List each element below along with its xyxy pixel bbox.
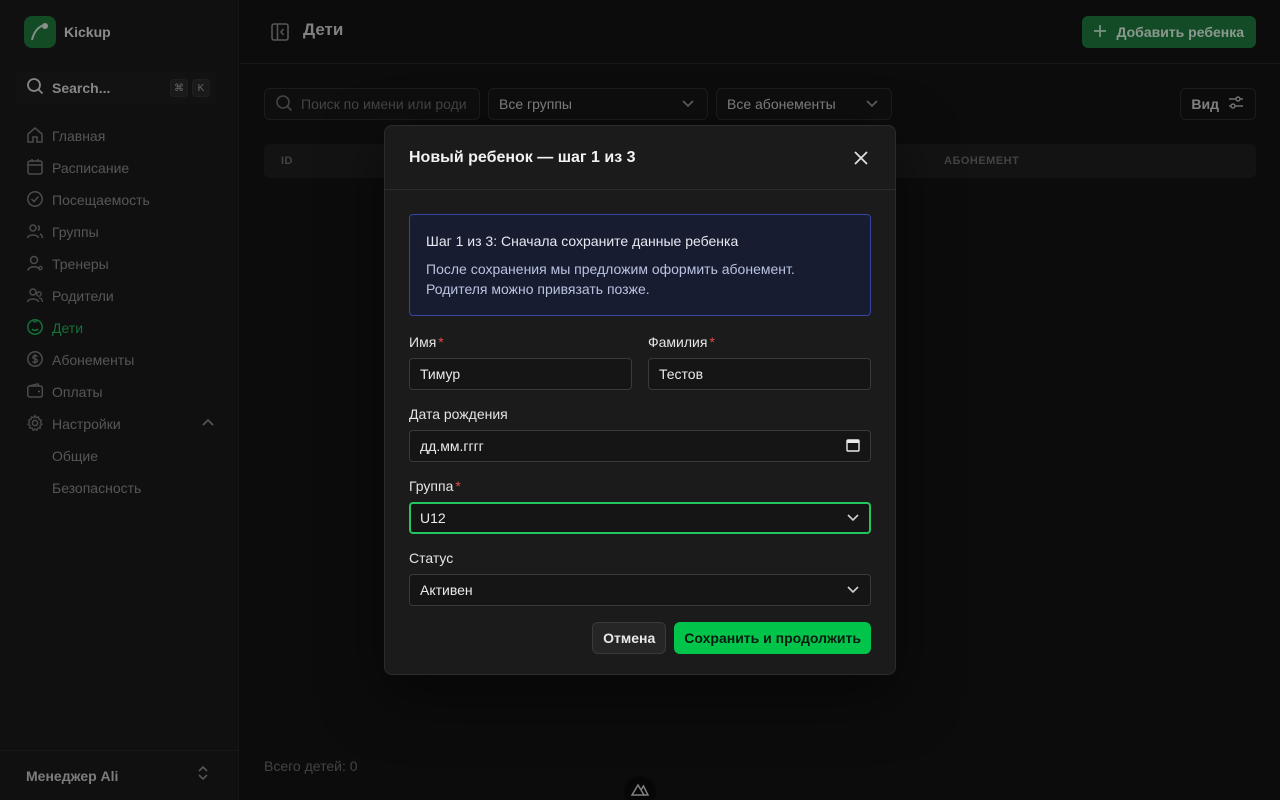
birthdate-input[interactable]: дд.мм.гггг bbox=[409, 430, 871, 462]
required-mark: * bbox=[455, 478, 461, 494]
step-info-box: Шаг 1 из 3: Сначала сохраните данные реб… bbox=[409, 214, 871, 316]
group-field: Группа * U12 bbox=[409, 478, 871, 534]
info-text-1: После сохранения мы предложим оформить а… bbox=[426, 261, 795, 277]
save-continue-button[interactable]: Сохранить и продолжить bbox=[674, 622, 871, 654]
first-name-field: Имя * Тимур bbox=[409, 334, 632, 390]
status-select[interactable]: Активен bbox=[409, 574, 871, 606]
birthdate-placeholder: дд.мм.гггг bbox=[420, 438, 484, 454]
dialog-body: Шаг 1 из 3: Сначала сохраните данные реб… bbox=[385, 190, 895, 678]
status-value: Активен bbox=[420, 582, 473, 598]
dialog-title: Новый ребенок — шаг 1 из 3 bbox=[409, 148, 636, 166]
birthdate-field: Дата рождения дд.мм.гггг bbox=[409, 406, 871, 462]
status-label: Статус bbox=[409, 550, 454, 566]
first-name-label: Имя bbox=[409, 334, 437, 350]
chevron-down-icon bbox=[846, 582, 860, 599]
calendar-icon[interactable] bbox=[846, 438, 860, 455]
first-name-input[interactable]: Тимур bbox=[409, 358, 632, 390]
last-name-field: Фамилия * Тестов bbox=[648, 334, 871, 390]
status-field: Статус Активен bbox=[409, 550, 871, 606]
group-select[interactable]: U12 bbox=[409, 502, 871, 534]
last-name-value: Тестов bbox=[659, 366, 704, 382]
group-label: Группа bbox=[409, 478, 454, 494]
close-icon[interactable] bbox=[851, 148, 871, 168]
last-name-label: Фамилия bbox=[648, 334, 708, 350]
dialog-actions: Отмена Сохранить и продолжить bbox=[409, 622, 871, 654]
required-mark: * bbox=[709, 334, 715, 350]
birthdate-label: Дата рождения bbox=[409, 406, 508, 422]
last-name-input[interactable]: Тестов bbox=[648, 358, 871, 390]
info-title: Шаг 1 из 3: Сначала сохраните данные реб… bbox=[426, 233, 739, 249]
required-mark: * bbox=[438, 334, 444, 350]
group-value: U12 bbox=[420, 510, 446, 526]
dialog-header: Новый ребенок — шаг 1 из 3 bbox=[385, 126, 895, 190]
first-name-value: Тимур bbox=[420, 366, 461, 382]
cancel-button[interactable]: Отмена bbox=[592, 622, 667, 654]
info-text-2: Родителя можно привязать позже. bbox=[426, 281, 650, 297]
new-child-dialog: Новый ребенок — шаг 1 из 3 Шаг 1 из 3: С… bbox=[384, 125, 896, 675]
chevron-down-icon bbox=[846, 510, 860, 527]
